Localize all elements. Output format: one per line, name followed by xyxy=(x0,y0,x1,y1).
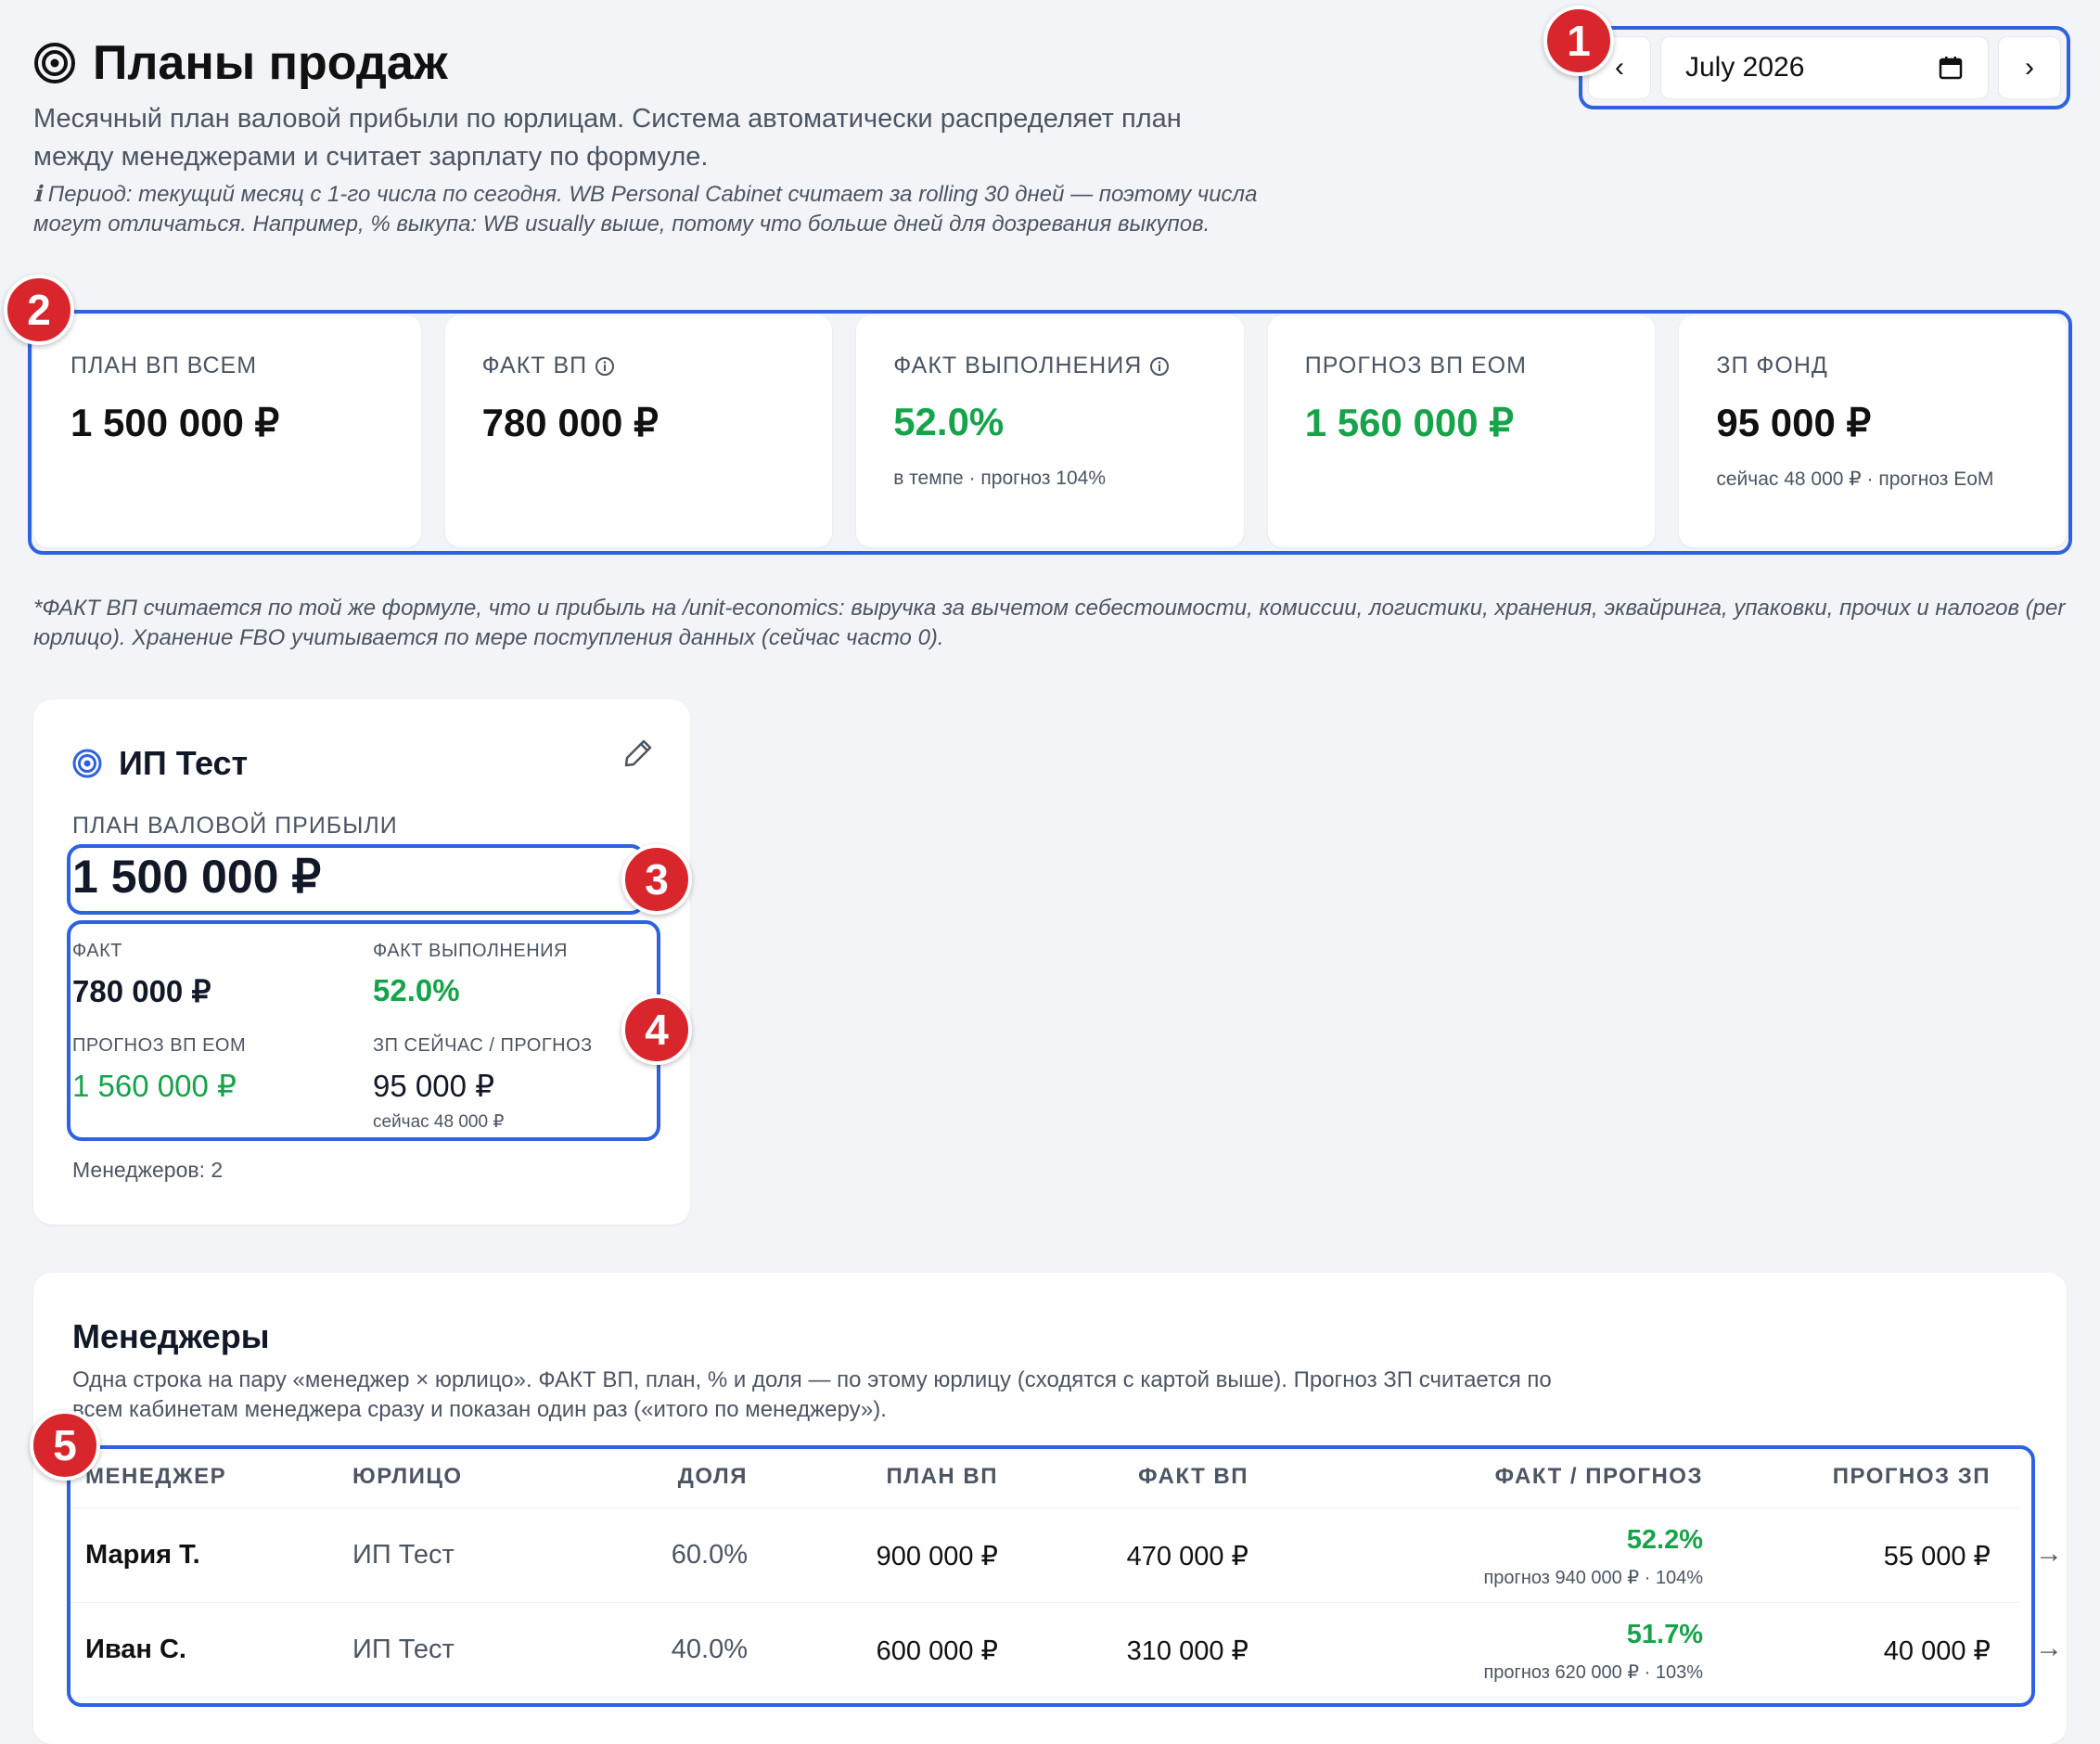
cell-fact: 310 000 ₽ xyxy=(1126,1636,1248,1666)
cell-entity: ИП Тест xyxy=(352,1540,455,1570)
cell-manager: Иван С. xyxy=(85,1635,186,1664)
metric-label: ФАКТ xyxy=(72,941,122,961)
pencil-icon[interactable] xyxy=(621,737,655,770)
info-circle-icon[interactable] xyxy=(595,356,615,377)
annotation-badge-5: 5 xyxy=(30,1410,100,1481)
calendar-icon[interactable] xyxy=(1938,55,1964,81)
metric-label: ЗП СЕЙЧАС / ПРОГНОЗ xyxy=(373,1035,593,1056)
period-note: ℹ Период: текущий месяц с 1-го числа по … xyxy=(33,180,1267,239)
arrow-right-icon[interactable]: → xyxy=(2035,1633,2063,1664)
metric-forecast: ПРОГНОЗ ВП EOM 1 560 000 ₽ xyxy=(72,1035,246,1104)
entity-header: ИП Тест xyxy=(72,744,248,783)
cell-share: 40.0% xyxy=(671,1635,748,1664)
cell-forecast: прогноз 620 000 ₽ · 103% xyxy=(1483,1662,1703,1683)
cell-pct: 52.2% xyxy=(1626,1525,1703,1555)
metric-label: ПРОГНОЗ ВП EOM xyxy=(72,1035,247,1056)
month-picker: ‹ July 2026 › xyxy=(1579,26,2070,109)
col-entity: ЮРЛИЦО xyxy=(352,1464,463,1489)
entity-name: ИП Тест xyxy=(119,744,249,782)
cell-manager: Мария Т. xyxy=(85,1540,200,1570)
col-fact: ФАКТ ВП xyxy=(1138,1464,1248,1489)
info-icon: ℹ xyxy=(33,182,43,207)
annotation-badge-1: 1 xyxy=(1543,6,1614,76)
plan-value[interactable]: 1 500 000 ₽ xyxy=(72,850,321,904)
cell-pct: 51.7% xyxy=(1626,1620,1703,1649)
cell-fact: 470 000 ₽ xyxy=(1126,1542,1248,1571)
metric-sub: сейчас 48 000 ₽ xyxy=(373,1112,505,1132)
cell-salary: 55 000 ₽ xyxy=(1883,1542,1991,1571)
managers-table: МЕНЕДЖЕР ЮРЛИЦО ДОЛЯ ПЛАН ВП ФАКТ ВП ФАК… xyxy=(70,1445,2063,1698)
managers-title: Менеджеры xyxy=(72,1317,270,1355)
month-input[interactable]: July 2026 xyxy=(1660,36,1989,99)
fact-footnote: *ФАКТ ВП считается по той же формуле, чт… xyxy=(33,596,2066,650)
col-plan: ПЛАН ВП xyxy=(886,1464,998,1489)
cell-plan: 600 000 ₽ xyxy=(876,1636,998,1666)
col-salary-forecast: ПРОГНОЗ ЗП xyxy=(1832,1464,1991,1489)
page-title-text: Планы продаж xyxy=(93,36,448,90)
plan-label: ПЛАН ВАЛОВОЙ ПРИБЫЛИ xyxy=(72,813,398,839)
kpi-value: 1 560 000 ₽ xyxy=(1304,401,1515,444)
kpi-label: ЗП ФОНД xyxy=(1716,353,1828,378)
metric-salary: ЗП СЕЙЧАС / ПРОГНОЗ 95 000 ₽ сейчас 48 0… xyxy=(373,1035,593,1133)
cell-plan: 900 000 ₽ xyxy=(876,1542,998,1571)
kpi-label: ФАКТ ВП xyxy=(481,353,588,378)
managers-description: Одна строка на пару «менеджер × юрлицо».… xyxy=(72,1367,1552,1422)
table-row[interactable]: Мария Т. ИП Тест 60.0% 900 000 ₽ 470 000… xyxy=(70,1508,2063,1603)
kpi-card-forecast: ПРОГНОЗ ВП EOM 1 560 000 ₽ xyxy=(1267,315,1656,547)
page-subtitle: Месячный план валовой прибыли по юрлицам… xyxy=(33,104,1182,172)
kpi-label-row: ФАКТ ВП xyxy=(482,353,796,379)
kpi-row: ПЛАН ВП ВСЕМ 1 500 000 ₽ ФАКТ ВП 780 000… xyxy=(33,315,2067,547)
metric-value: 1 560 000 ₽ xyxy=(72,1069,237,1103)
period-note-text: Период: текущий месяц с 1-го числа по се… xyxy=(33,182,1258,237)
annotation-badge-4: 4 xyxy=(621,994,692,1065)
kpi-card-salary-fund: ЗП ФОНД 95 000 ₽ сейчас 48 000 ₽ · прогн… xyxy=(1679,315,2067,547)
annotation-badge-3: 3 xyxy=(621,844,692,915)
cell-share: 60.0% xyxy=(671,1540,748,1570)
kpi-sub: сейчас 48 000 ₽ · прогноз EoM xyxy=(1716,468,1994,490)
chevron-left-icon: ‹ xyxy=(1615,52,1624,83)
table-row[interactable]: Иван С. ИП Тест 40.0% 600 000 ₽ 310 000 … xyxy=(70,1603,2063,1698)
kpi-card-fact: ФАКТ ВП 780 000 ₽ xyxy=(444,315,833,547)
kpi-card-plan: ПЛАН ВП ВСЕМ 1 500 000 ₽ xyxy=(33,315,421,547)
col-fact-forecast: ФАКТ / ПРОГНОЗ xyxy=(1494,1464,1703,1489)
annotation-badge-2: 2 xyxy=(4,275,74,345)
kpi-label: ПРОГНОЗ ВП EOM xyxy=(1304,353,1527,378)
metric-fact: ФАКТ 780 000 ₽ xyxy=(72,941,211,1009)
kpi-sub: в темпе · прогноз 104% xyxy=(893,468,1106,489)
kpi-label: ПЛАН ВП ВСЕМ xyxy=(70,353,258,378)
metric-value: 95 000 ₽ xyxy=(373,1069,495,1103)
metric-value: 780 000 ₽ xyxy=(72,974,211,1008)
metric-value: 52.0% xyxy=(373,973,460,1007)
col-share: ДОЛЯ xyxy=(677,1464,748,1489)
kpi-value: 95 000 ₽ xyxy=(1716,401,1872,444)
kpi-label-row: ФАКТ ВЫПОЛНЕНИЯ xyxy=(893,353,1207,379)
table-header: МЕНЕДЖЕР ЮРЛИЦО ДОЛЯ ПЛАН ВП ФАКТ ВП ФАК… xyxy=(70,1445,2018,1508)
info-circle-icon[interactable] xyxy=(1149,356,1170,377)
entity-card: ИП Тест ПЛАН ВАЛОВОЙ ПРИБЫЛИ 1 500 000 ₽… xyxy=(33,699,690,1225)
metric-execution: ФАКТ ВЫПОЛНЕНИЯ 52.0% xyxy=(373,941,568,1008)
cell-salary: 40 000 ₽ xyxy=(1883,1636,1991,1666)
target-icon xyxy=(34,43,75,83)
next-month-button[interactable]: › xyxy=(1998,36,2061,99)
target-icon xyxy=(72,749,102,778)
cell-forecast: прогноз 940 000 ₽ · 104% xyxy=(1483,1568,1703,1588)
arrow-right-icon[interactable]: → xyxy=(2035,1538,2063,1570)
kpi-value: 52.0% xyxy=(893,400,1005,443)
managers-count: Менеджеров: 2 xyxy=(72,1158,224,1182)
kpi-value: 780 000 ₽ xyxy=(481,401,659,444)
metric-label: ФАКТ ВЫПОЛНЕНИЯ xyxy=(373,941,568,961)
page-title: Планы продаж xyxy=(33,35,448,91)
kpi-label: ФАКТ ВЫПОЛНЕНИЯ xyxy=(893,353,1143,378)
month-value: July 2026 xyxy=(1685,52,1805,83)
col-manager: МЕНЕДЖЕР xyxy=(85,1464,227,1489)
managers-section: Менеджеры Одна строка на пару «менеджер … xyxy=(33,1273,2067,1744)
kpi-value: 1 500 000 ₽ xyxy=(70,401,280,444)
kpi-card-execution: ФАКТ ВЫПОЛНЕНИЯ 52.0% в темпе · прогноз … xyxy=(856,315,1244,547)
cell-entity: ИП Тест xyxy=(352,1635,455,1664)
chevron-right-icon: › xyxy=(2025,52,2034,83)
